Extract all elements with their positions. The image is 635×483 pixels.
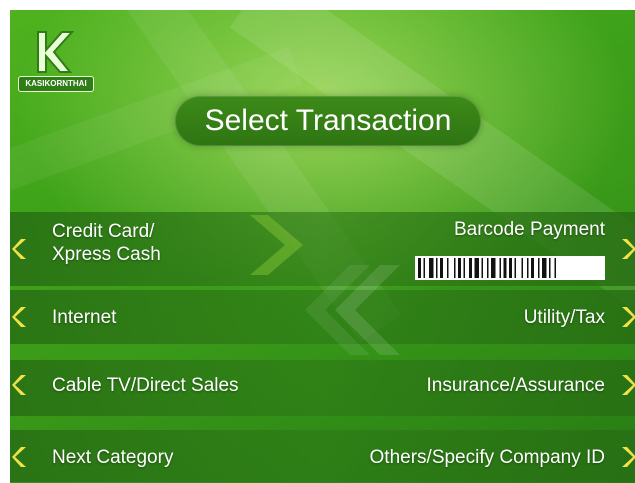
- kasikorn-k-logo-icon: [37, 31, 75, 73]
- option-insurance-assurance[interactable]: Insurance/Assurance: [427, 374, 606, 397]
- atm-screen: KASIKORNTHAI Select Transaction Credit C…: [10, 10, 635, 483]
- option-internet[interactable]: Internet: [52, 306, 116, 329]
- chevron-right-icon[interactable]: [620, 238, 635, 260]
- option-utility-tax[interactable]: Utility/Tax: [524, 306, 605, 329]
- option-others-specify-company-id[interactable]: Others/Specify Company ID: [370, 446, 605, 469]
- chevron-right-icon[interactable]: [620, 446, 635, 468]
- logo-text: KASIKORNTHAI: [18, 76, 94, 92]
- option-cable-tv-direct-sales[interactable]: Cable TV/Direct Sales: [52, 374, 239, 397]
- barcode-icon: [415, 256, 605, 280]
- chevron-left-icon[interactable]: [12, 238, 28, 260]
- chevron-right-icon[interactable]: [620, 374, 635, 396]
- chevron-left-icon[interactable]: [12, 306, 28, 328]
- option-barcode-payment[interactable]: Barcode Payment: [454, 218, 605, 241]
- page-title: Select Transaction: [175, 96, 481, 146]
- decorative-chevron-icon: [305, 265, 400, 355]
- option-label-line1: Credit Card/: [52, 221, 155, 242]
- chevron-left-icon[interactable]: [12, 374, 28, 396]
- kasikorn-logo: KASIKORNTHAI: [18, 28, 94, 92]
- option-credit-card-xpress-cash[interactable]: Credit Card/ Xpress Cash: [52, 220, 161, 266]
- option-label-line2: Xpress Cash: [52, 244, 161, 265]
- option-next-category[interactable]: Next Category: [52, 446, 173, 469]
- chevron-left-icon[interactable]: [12, 446, 28, 468]
- chevron-right-icon[interactable]: [620, 306, 635, 328]
